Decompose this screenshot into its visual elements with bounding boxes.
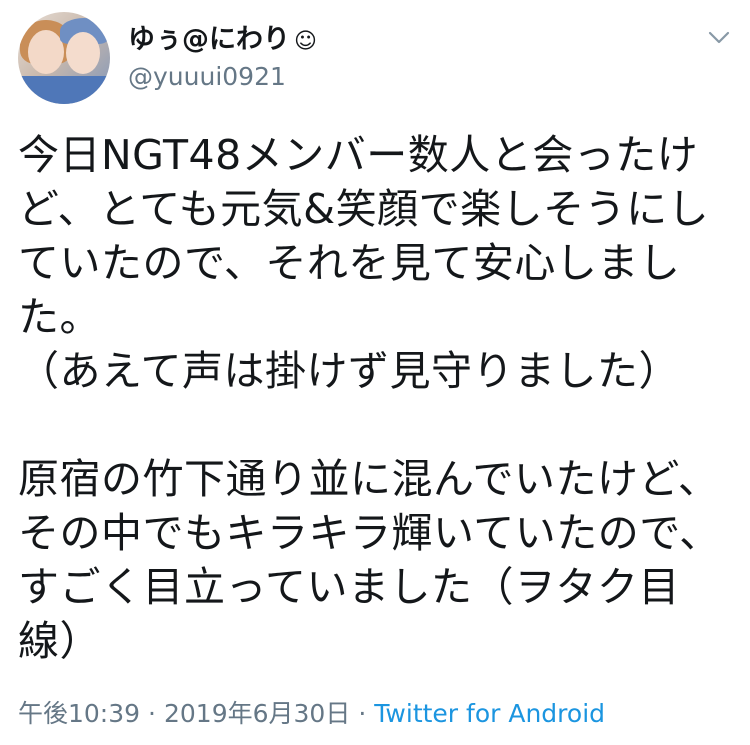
tweet-line: た。	[18, 293, 101, 341]
smile-emoji: ☺	[294, 29, 317, 54]
tweet-line: その中でもキラキラ輝いていたので、	[18, 509, 721, 557]
tweet-card: ゆぅ@にわり ☺ @yuuui0921 今日NGT48メンバー数人と会ったけ ど、…	[0, 0, 750, 745]
tweet-line: ていたので、それを見て安心しまし	[18, 239, 681, 287]
display-name[interactable]: ゆぅ@にわり ☺	[128, 24, 317, 58]
user-handle[interactable]: @yuuui0921	[128, 60, 317, 94]
meta-separator: ·	[358, 699, 367, 728]
tweet-line: ど、とても元気&笑顔で楽しそうにし	[18, 185, 710, 233]
user-names: ゆぅ@にわり ☺ @yuuui0921	[128, 24, 317, 94]
avatar[interactable]	[18, 12, 110, 104]
client-link[interactable]: Twitter for Android	[374, 699, 605, 728]
meta-separator: ·	[148, 699, 156, 728]
tweet-date[interactable]: 2019年6月30日	[164, 699, 350, 728]
tweet-line: すごく目立っていました（ヲタク目	[18, 563, 680, 611]
tweet-meta: 午後10:39 · 2019年6月30日 · Twitter for Android	[18, 697, 605, 731]
tweet-line: 今日NGT48メンバー数人と会ったけ	[18, 131, 699, 179]
chevron-down-icon[interactable]	[706, 24, 732, 50]
tweet-line: 原宿の竹下通り並に混んでいたけど、	[18, 455, 720, 503]
tweet-text: 今日NGT48メンバー数人と会ったけ ど、とても元気&笑顔で楽しそうにし ていた…	[18, 128, 732, 668]
tweet-header: ゆぅ@にわり ☺ @yuuui0921	[18, 12, 732, 104]
display-name-text[interactable]: ゆぅ@にわり	[128, 24, 290, 55]
tweet-line: （あえて声は掛けず見守りました）	[18, 347, 680, 395]
tweet-line: 線）	[18, 617, 101, 665]
tweet-time[interactable]: 午後10:39	[18, 699, 140, 728]
